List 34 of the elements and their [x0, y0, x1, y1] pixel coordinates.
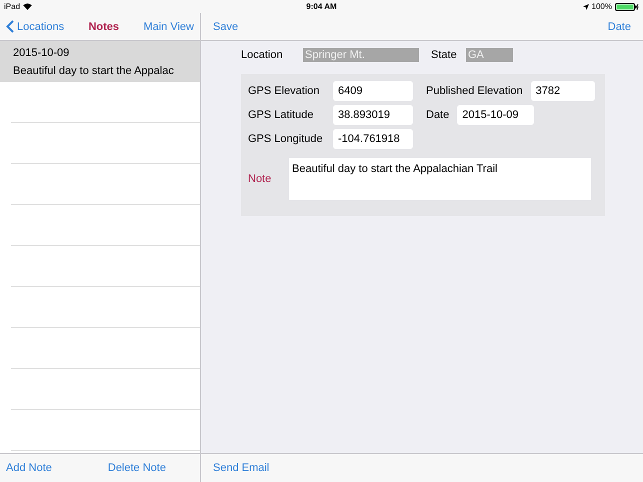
field-label: Date: [426, 109, 450, 121]
send-email-button[interactable]: Send Email: [213, 462, 276, 474]
device-name: iPad: [4, 2, 20, 11]
battery-icon: [615, 2, 639, 10]
note-label: Note: [248, 173, 272, 185]
field-label: GPS Elevation: [248, 85, 320, 97]
location-arrow-icon: [582, 4, 589, 10]
delete-note-button[interactable]: Delete Note: [108, 462, 172, 474]
note-field[interactable]: Beautiful day to start the Appalachian Trail: [289, 158, 591, 200]
nav-title: Notes: [88, 20, 120, 32]
note-preview: Beautiful day to start the Appalac: [13, 64, 175, 76]
text-field[interactable]: 38.893019: [333, 105, 413, 125]
text-field[interactable]: 6409: [333, 81, 413, 101]
add-note-button[interactable]: Add Note: [6, 462, 58, 474]
back-button[interactable]: Locations: [6, 20, 64, 33]
text-field[interactable]: -104.761918: [333, 129, 413, 149]
field-label: GPS Latitude: [248, 109, 314, 121]
status-time: 9:04 AM: [306, 2, 337, 11]
main-view-button[interactable]: Main View: [143, 20, 194, 32]
date-button[interactable]: Date: [608, 20, 631, 32]
location-label: Location: [241, 49, 284, 61]
field-label: Published Elevation: [426, 85, 523, 97]
field-label: GPS Longitude: [248, 133, 323, 145]
state-field[interactable]: GA: [466, 48, 513, 62]
location-field[interactable]: Springer Mt.: [303, 48, 419, 62]
chevron-left-icon: [6, 20, 14, 33]
wifi-icon: [23, 3, 32, 10]
state-label: State: [431, 49, 458, 61]
note-list-item[interactable]: 2015-10-09 Beautiful day to start the Appalac: [0, 41, 200, 82]
save-button[interactable]: Save: [213, 20, 238, 32]
battery-percent: 100%: [592, 2, 612, 11]
note-date: 2015-10-09: [13, 46, 70, 58]
text-field[interactable]: 3782: [530, 81, 595, 101]
text-field[interactable]: 2015-10-09: [457, 105, 534, 125]
